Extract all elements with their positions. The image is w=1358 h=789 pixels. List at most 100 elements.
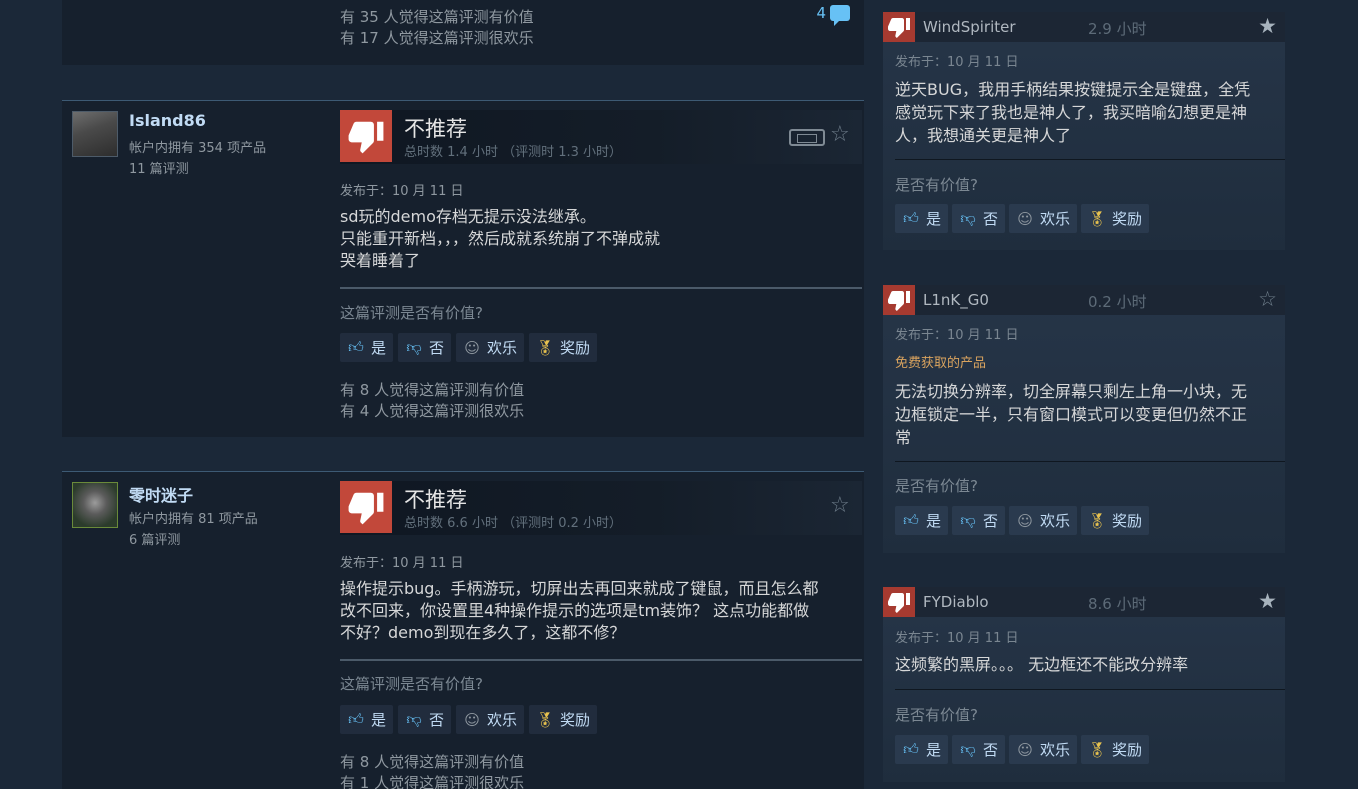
vote-no-button[interactable]: 👎︎ 否 — [398, 705, 452, 734]
side-review-line: 无法切换分辨率，切全屏幕只剩左上角一小块，无 — [895, 382, 1248, 401]
vote-funny-button[interactable]: ☺ 欢乐 — [1009, 204, 1078, 233]
award-button[interactable]: 🏅︎ 奖励 — [1081, 735, 1150, 764]
star-icon[interactable]: ★ — [1258, 589, 1277, 613]
side-author-name[interactable]: L1nK_G0 — [923, 291, 989, 309]
avatar[interactable] — [72, 111, 118, 157]
helpful-count: 有 35 人觉得这篇评测有价值 — [340, 8, 534, 26]
vote-buttons: 👍︎ 是 👎︎ 否 ☺ 欢乐 🏅︎ 奖励 — [340, 333, 598, 362]
side-review-line: 逆天BUG，我用手柄结果按键提示全是键盘，全凭 — [895, 80, 1251, 99]
side-review-hours: 0.2 小时 — [1088, 293, 1147, 311]
vote-funny-button[interactable]: ☺ 欢乐 — [1009, 735, 1078, 764]
side-helpful-question: 是否有价值? — [895, 706, 978, 724]
vote-yes-label: 是 — [926, 741, 942, 759]
thumbs-up-icon: 👍︎ — [348, 338, 364, 356]
side-posted-date: 发布于：10 月 11 日 — [895, 631, 1019, 646]
review-body-line: 操作提示bug。手柄游玩，切屏出去再回来就成了键鼠，而且怎么都 — [340, 579, 819, 598]
helpful-count: 有 8 人觉得这篇评测有价值 — [340, 381, 525, 399]
award-button[interactable]: 🏅︎ 奖励 — [529, 705, 598, 734]
review-header[interactable]: 不推荐 总时数 1.4 小时 （评测时 1.3 小时） ☆ — [340, 110, 862, 164]
helpful-count: 有 8 人觉得这篇评测有价值 — [340, 753, 525, 771]
star-icon[interactable]: ★ — [1258, 14, 1277, 38]
vote-no-label: 否 — [429, 711, 445, 729]
vote-yes-label: 是 — [371, 339, 387, 357]
review-vote-counts: 有 8 人觉得这篇评测有价值 有 4 人觉得这篇评测很欢乐 — [340, 380, 524, 422]
side-review-body: 无法切换分辨率，切全屏幕只剩左上角一小块，无 边框锁定一半，只有窗口模式可以变更… — [895, 380, 1275, 449]
review-vote-counts: 有 8 人觉得这篇评测有价值 有 1 人觉得这篇评测很欢乐 — [340, 752, 524, 789]
side-review-header[interactable]: WindSpiriter 2.9 小时 ★ — [883, 12, 1285, 42]
vote-funny-button[interactable]: ☺ 欢乐 — [1009, 506, 1078, 535]
side-review-hours: 2.9 小时 — [1088, 20, 1147, 38]
side-review-line: 边框锁定一半，只有窗口模式可以变更但仍然不正 — [895, 405, 1248, 424]
vote-no-label: 否 — [429, 339, 445, 357]
vote-funny-label: 欢乐 — [1040, 210, 1071, 228]
funny-count: 有 17 人觉得这篇评测很欢乐 — [340, 29, 534, 47]
vote-yes-button[interactable]: 👍︎ 是 — [895, 735, 949, 764]
award-button[interactable]: 🏅︎ 奖励 — [1081, 506, 1150, 535]
thumbs-down-icon — [883, 12, 915, 42]
author-review-count[interactable]: 6 篇评测 — [129, 529, 180, 548]
vote-funny-label: 欢乐 — [487, 711, 518, 729]
thumbs-down-small-icon: 👎︎ — [406, 338, 422, 356]
vote-funny-button[interactable]: ☺ 欢乐 — [456, 333, 525, 362]
star-icon[interactable]: ☆ — [830, 493, 850, 518]
vote-funny-button[interactable]: ☺ 欢乐 — [456, 705, 525, 734]
thumbs-down-icon — [340, 110, 392, 162]
divider — [895, 689, 1285, 690]
side-review-line: 常 — [895, 428, 912, 447]
award-button[interactable]: 🏅︎ 奖励 — [529, 333, 598, 362]
comment-count-link[interactable]: 4 — [816, 4, 850, 26]
side-review-line: 人，我想通关更是神人了 — [895, 126, 1072, 145]
thumbs-up-icon: 👍︎ — [903, 511, 919, 529]
vote-buttons: 👍︎ 是 👎︎ 否 ☺ 欢乐 🏅︎ 奖励 — [895, 204, 1150, 233]
side-review-header[interactable]: FYDiablo 8.6 小时 ★ — [883, 587, 1285, 617]
vote-yes-label: 是 — [926, 512, 942, 530]
award-label: 奖励 — [1112, 210, 1143, 228]
vote-yes-button[interactable]: 👍︎ 是 — [340, 333, 394, 362]
author-products[interactable]: 帐户内拥有 354 项产品 — [129, 137, 266, 156]
divider — [340, 287, 862, 289]
side-author-name[interactable]: WindSpiriter — [923, 18, 1016, 36]
review-hours: 总时数 6.6 小时 （评测时 0.2 小时） — [404, 516, 623, 531]
avatar[interactable] — [72, 482, 118, 528]
side-review-card: WindSpiriter 2.9 小时 ★ 发布于：10 月 11 日 逆天BU… — [883, 12, 1285, 250]
review-header[interactable]: 不推荐 总时数 6.6 小时 （评测时 0.2 小时） ☆ — [340, 481, 862, 535]
author-products[interactable]: 帐户内拥有 81 项产品 — [129, 508, 258, 527]
award-label: 奖励 — [1112, 512, 1143, 530]
vote-buttons: 👍︎ 是 👎︎ 否 ☺ 欢乐 🏅︎ 奖励 — [895, 735, 1150, 764]
side-review-body: 逆天BUG，我用手柄结果按键提示全是键盘，全凭 感觉玩下来了我也是神人了，我买暗… — [895, 78, 1275, 147]
smiley-icon: ☺ — [464, 710, 480, 729]
side-review-line: 感觉玩下来了我也是神人了，我买暗喻幻想更是神 — [895, 103, 1248, 122]
review-body: 操作提示bug。手柄游玩，切屏出去再回来就成了键鼠，而且怎么都 改不回来，你设置… — [340, 578, 862, 644]
author-name[interactable]: Island86 — [129, 111, 206, 130]
vote-no-button[interactable]: 👎︎ 否 — [398, 333, 452, 362]
smiley-icon: ☺ — [1017, 511, 1033, 530]
vote-funny-label: 欢乐 — [1040, 741, 1071, 759]
review-body-line: 只能重开新档，，，然后成就系统崩了不弹成就 — [340, 229, 661, 248]
star-icon[interactable]: ☆ — [1258, 287, 1277, 311]
divider — [340, 659, 862, 661]
vote-no-button[interactable]: 👎︎ 否 — [952, 735, 1006, 764]
vote-yes-button[interactable]: 👍︎ 是 — [340, 705, 394, 734]
star-icon[interactable]: ☆ — [830, 122, 850, 147]
vote-yes-button[interactable]: 👍︎ 是 — [895, 204, 949, 233]
author-name[interactable]: 零时迷子 — [129, 482, 193, 506]
side-review-card: L1nK_G0 0.2 小时 ☆ 发布于：10 月 11 日 免费获取的产品 无… — [883, 285, 1285, 553]
vote-buttons: 👍︎ 是 👎︎ 否 ☺ 欢乐 🏅︎ 奖励 — [895, 506, 1150, 535]
award-button[interactable]: 🏅︎ 奖励 — [1081, 204, 1150, 233]
funny-count: 有 4 人觉得这篇评测很欢乐 — [340, 402, 525, 420]
thumbs-down-small-icon: 👎︎ — [406, 710, 422, 728]
thumbs-down-icon — [883, 587, 915, 617]
side-author-name[interactable]: FYDiablo — [923, 593, 989, 611]
free-product-tag: 免费获取的产品 — [895, 356, 987, 371]
vote-yes-button[interactable]: 👍︎ 是 — [895, 506, 949, 535]
vote-no-button[interactable]: 👎︎ 否 — [952, 506, 1006, 535]
author-review-count[interactable]: 11 篇评测 — [129, 158, 189, 177]
review-posted-date: 发布于：10 月 11 日 — [340, 556, 464, 571]
comment-bubble-icon — [830, 5, 850, 26]
side-review-header[interactable]: L1nK_G0 0.2 小时 ☆ — [883, 285, 1285, 315]
thumbs-down-small-icon: 👎︎ — [960, 740, 976, 758]
review-body-line: 哭着睡着了 — [340, 251, 421, 270]
vote-no-button[interactable]: 👎︎ 否 — [952, 204, 1006, 233]
award-icon: 🏅︎ — [1087, 511, 1107, 530]
side-review-line: 这频繁的黑屏。。。 无边框还不能改分辨率 — [895, 655, 1189, 674]
